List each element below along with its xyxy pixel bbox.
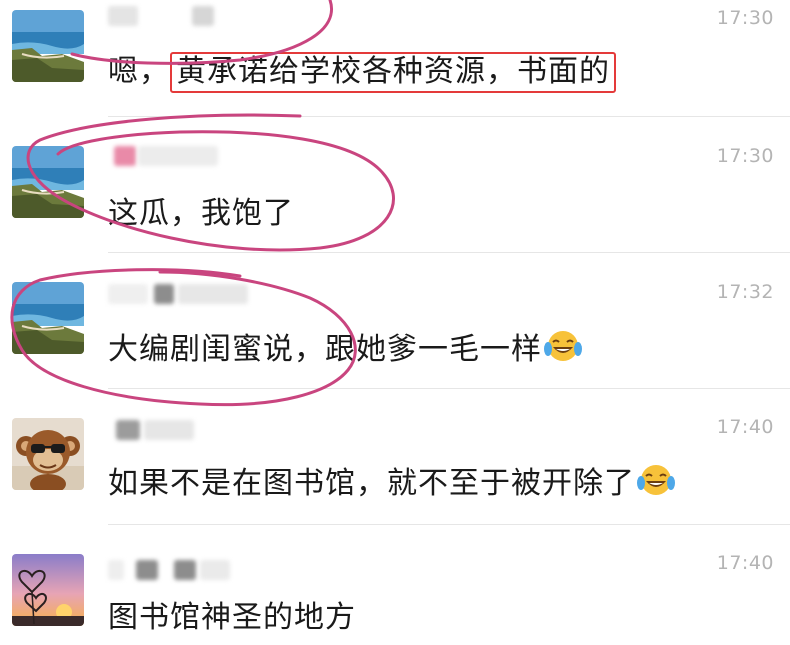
message-text[interactable]: 大编剧闺蜜说，跟她爹一毛一样 (108, 324, 582, 368)
message-timestamp: 17:30 (716, 145, 774, 167)
sender-name-redacted (108, 146, 248, 168)
chat-message[interactable]: 17:40 图书馆神圣的地方 (0, 532, 790, 645)
message-text[interactable]: 如果不是在图书馆，就不至于被开除了 (108, 458, 675, 502)
tears-of-joy-emoji (544, 331, 582, 361)
message-text[interactable]: 嗯， 黄承诺给学校各种资源，书面的 (108, 46, 616, 93)
ocean-cliff-avatar[interactable] (12, 10, 84, 82)
sender-name-redacted (108, 6, 248, 28)
message-text-body: 大编剧闺蜜说，跟她爹一毛一样 (108, 332, 542, 367)
sender-name-redacted (108, 420, 248, 442)
message-text[interactable]: 图书馆神圣的地方 (108, 592, 356, 636)
message-timestamp: 17:40 (716, 416, 774, 438)
message-timestamp: 17:32 (716, 281, 774, 303)
chat-message[interactable]: 17:32 大编剧闺蜜说，跟她爹一毛一样 (0, 262, 790, 398)
message-timestamp: 17:40 (716, 552, 774, 574)
message-text-prefix: 嗯， (108, 54, 170, 89)
chat-message[interactable]: 17:30 嗯， 黄承诺给学校各种资源，书面的 (0, 0, 790, 130)
sender-name-redacted (108, 284, 248, 306)
highlighted-quote: 黄承诺给学校各种资源，书面的 (170, 52, 616, 93)
message-divider (108, 252, 790, 253)
message-text-body: 如果不是在图书馆，就不至于被开除了 (108, 466, 635, 501)
message-timestamp: 17:30 (716, 7, 774, 29)
message-text[interactable]: 这瓜，我饱了 (108, 188, 294, 232)
message-divider (108, 388, 790, 389)
message-divider (108, 524, 790, 525)
message-divider (108, 116, 790, 117)
chat-message[interactable]: 17:40 如果不是在图书馆，就不至于被开除了 (0, 396, 790, 532)
ocean-cliff-avatar[interactable] (12, 282, 84, 354)
heart-sunset-avatar[interactable] (12, 554, 84, 626)
ocean-cliff-avatar[interactable] (12, 146, 84, 218)
chat-message-list: 17:30 嗯， 黄承诺给学校各种资源，书面的 17:30 这瓜，我饱了 17:… (0, 0, 790, 645)
chat-message[interactable]: 17:30 这瓜，我饱了 (0, 126, 790, 262)
tears-of-joy-emoji (637, 465, 675, 495)
monkey-toy-avatar[interactable] (12, 418, 84, 490)
sender-name-redacted (108, 560, 248, 582)
